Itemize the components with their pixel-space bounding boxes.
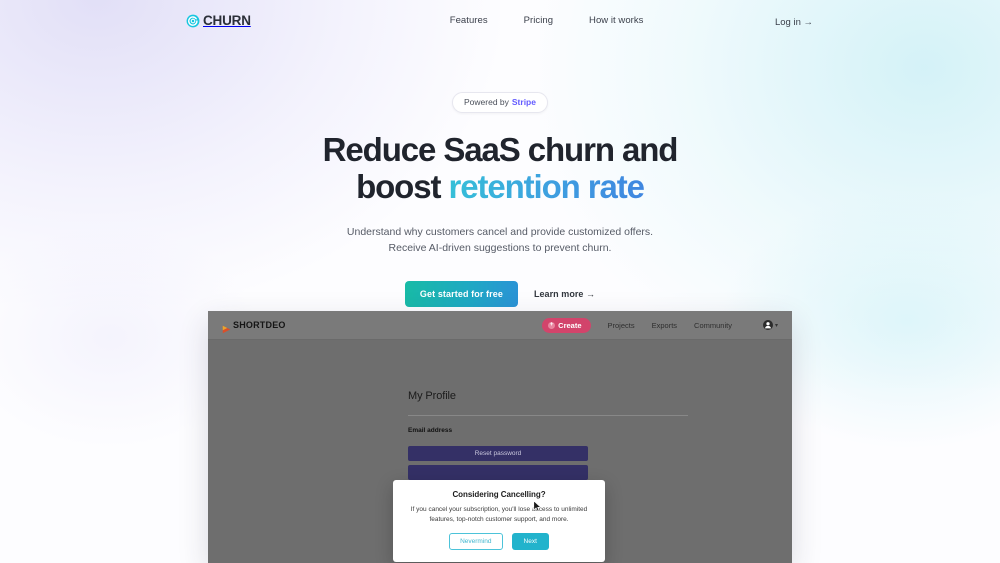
hero-title-line-1: Reduce SaaS churn and — [322, 131, 679, 168]
modal-actions: Nevermind Next — [393, 533, 605, 551]
badge-prefix: Powered by — [464, 97, 509, 107]
plus-circle-icon: + — [548, 321, 556, 329]
email-address-label: Email address — [408, 427, 453, 434]
mockup-topbar: SHORTDEO + Create Projects Exports Commu… — [208, 311, 792, 340]
hero-title-line-2-plain: boost — [356, 167, 449, 205]
stripe-wordmark: Stripe — [511, 97, 536, 107]
nav-item-pricing[interactable]: Pricing — [524, 15, 553, 26]
play-triangle-icon — [222, 321, 231, 333]
main-nav: Features Pricing How it works — [450, 15, 644, 26]
mockup-nav-item-projects[interactable]: Projects — [608, 321, 635, 330]
create-button-label: Create — [558, 320, 582, 330]
hero-section: Powered by Stripe Reduce SaaS churn and … — [0, 41, 1000, 308]
account-menu[interactable]: ▾ — [762, 320, 778, 330]
hero-subtitle: Understand why customers cancel and prov… — [0, 225, 1000, 257]
hero-title-accent: retention rate — [448, 167, 645, 205]
nevermind-button[interactable]: Nevermind — [449, 533, 503, 551]
secondary-action-button[interactable] — [408, 465, 588, 480]
login-area: Log in → — [775, 12, 978, 30]
mockup-brand-name: SHORTDEO — [233, 320, 286, 330]
hero-subtitle-line-1: Understand why customers cancel and prov… — [346, 226, 654, 239]
page-title: Reduce SaaS churn and boost retention ra… — [0, 131, 1000, 205]
mockup-nav-item-community[interactable]: Community — [694, 321, 732, 330]
cancellation-modal: Considering Cancelling? If you cancel yo… — [393, 480, 605, 562]
chevron-down-icon: ▾ — [774, 322, 778, 329]
landing-page: CHURN Features Pricing How it works Log … — [0, 0, 1000, 563]
hero-subtitle-line-2: Receive AI-driven suggestions to prevent… — [388, 242, 612, 255]
mockup-body: My Profile Email address Reset password … — [208, 340, 792, 563]
brand-name: CHURN — [203, 13, 251, 28]
next-button[interactable]: Next — [511, 533, 549, 551]
mouse-pointer-icon — [533, 500, 542, 513]
login-link[interactable]: Log in → — [775, 17, 813, 28]
create-button[interactable]: + Create — [542, 317, 591, 333]
hero-cta-group: Get started for free Learn more → — [0, 281, 1000, 308]
modal-title: Considering Cancelling? — [452, 490, 546, 499]
mockup-brand-logo[interactable]: SHORTDEO — [222, 320, 286, 333]
nav-item-how-it-works[interactable]: How it works — [589, 15, 643, 26]
brand-logo[interactable]: CHURN — [186, 13, 251, 28]
profile-heading: My Profile — [408, 390, 456, 402]
user-avatar-icon — [762, 320, 773, 330]
site-header: CHURN Features Pricing How it works Log … — [0, 0, 1000, 41]
churn-swirl-icon — [186, 14, 200, 28]
profile-divider — [408, 415, 688, 416]
mockup-nav: + Create Projects Exports Community ▾ — [542, 317, 778, 333]
learn-more-link[interactable]: Learn more → — [534, 289, 595, 299]
powered-by-stripe-badge: Powered by Stripe — [452, 92, 548, 113]
reset-password-button[interactable]: Reset password — [408, 446, 588, 461]
app-screenshot-mockup: SHORTDEO + Create Projects Exports Commu… — [208, 311, 792, 563]
modal-body: If you cancel your subscription, you'll … — [393, 505, 605, 525]
nav-item-features[interactable]: Features — [450, 15, 488, 26]
mockup-nav-item-exports[interactable]: Exports — [652, 321, 677, 330]
get-started-button[interactable]: Get started for free — [404, 281, 518, 308]
